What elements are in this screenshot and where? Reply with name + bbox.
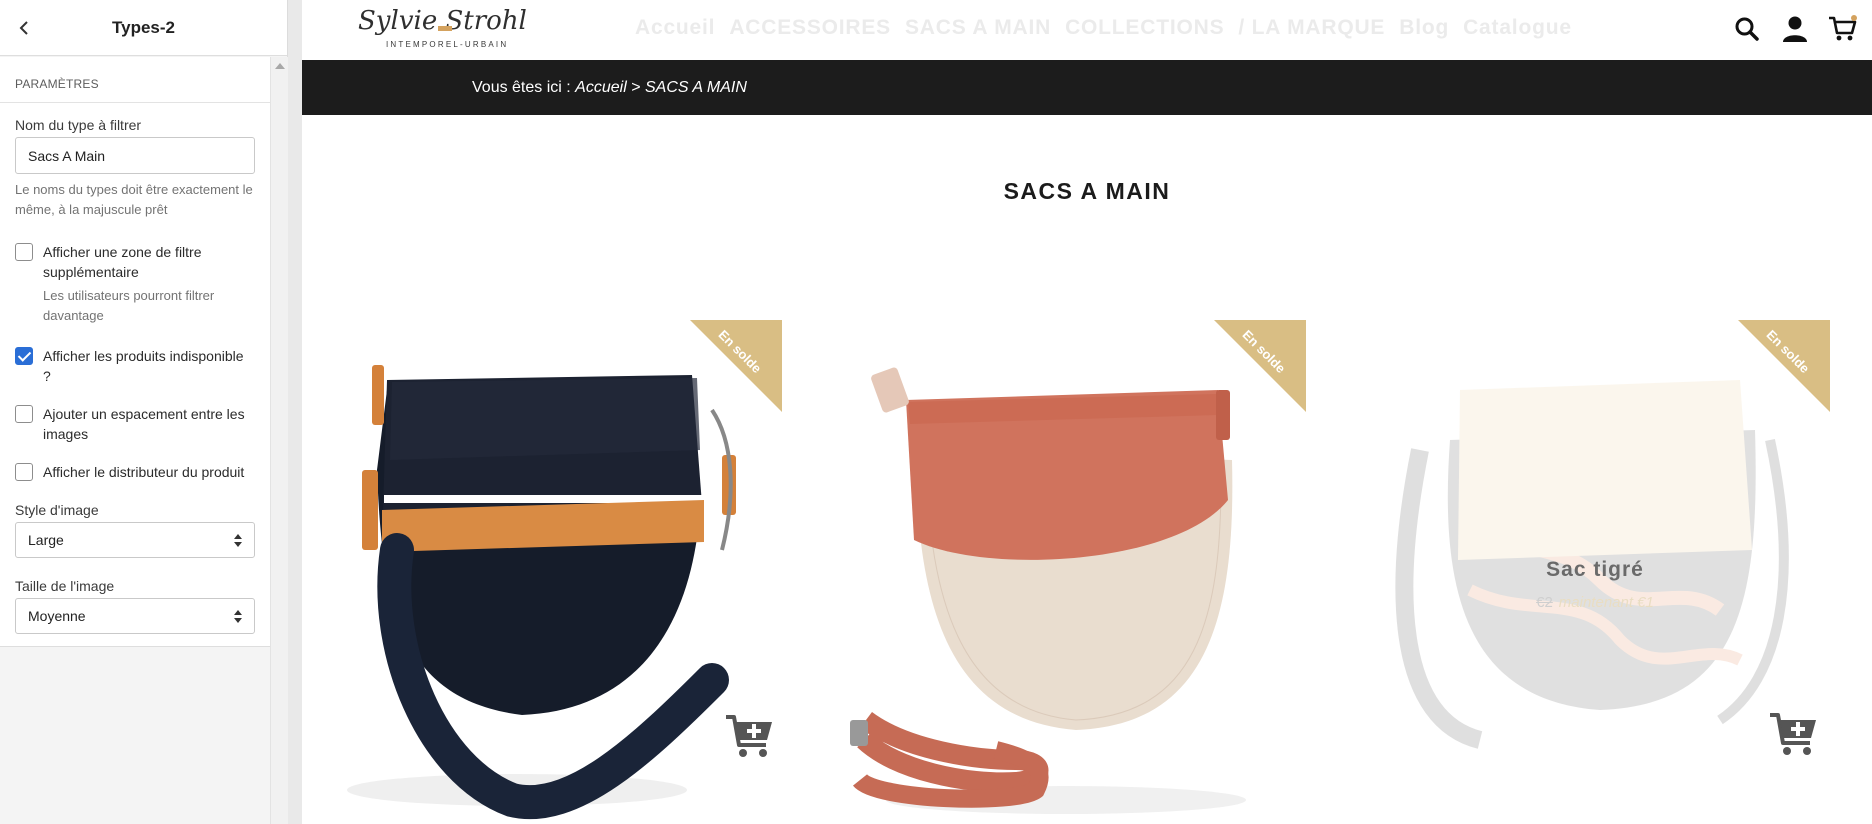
product-card[interactable]: En solde <box>836 320 1306 824</box>
image-spacing-label: Ajouter un espacement entre les images <box>43 406 245 442</box>
back-button[interactable] <box>10 14 38 42</box>
image-style-label: Style d'image <box>15 502 99 518</box>
search-icon[interactable] <box>1732 14 1762 44</box>
select-arrows-icon <box>234 532 242 548</box>
breadcrumb: Vous êtes ici : Accueil > SACS A MAIN <box>472 79 747 97</box>
old-price: €2 <box>1536 594 1553 611</box>
logo-script: Sylvie Strohl <box>358 6 527 36</box>
menu-item-collections[interactable]: COLLECTIONS <box>1065 16 1224 40</box>
breadcrumb-separator: > <box>626 79 645 96</box>
header-icons <box>1732 14 1858 44</box>
collection-title: SACS A MAIN <box>1003 178 1171 204</box>
image-spacing-checkbox[interactable] <box>15 405 33 423</box>
scrollbar[interactable] <box>270 57 288 824</box>
breadcrumb-bar: Vous êtes ici : Accueil > SACS A MAIN <box>302 60 1872 115</box>
sale-ribbon: En solde <box>690 320 782 412</box>
show-unavailable-checkbox[interactable] <box>15 347 33 365</box>
section-title: Types-2 <box>112 18 175 37</box>
image-style-select[interactable]: Large <box>15 522 255 558</box>
cart-icon[interactable] <box>1828 14 1858 44</box>
image-size-value: Moyenne <box>28 608 86 624</box>
product-card[interactable]: En solde <box>312 320 782 824</box>
show-vendor-label: Afficher le distributeur du produit <box>43 464 245 480</box>
menu-item-blog[interactable]: Blog <box>1399 16 1449 40</box>
add-to-cart-icon <box>726 715 772 757</box>
add-to-cart-button[interactable] <box>720 710 780 762</box>
menu-item-accessoires[interactable]: ACCESSOIRES <box>729 16 891 40</box>
store-header: Sylvie Strohl INTEMPOREL-URBAIN Accueil … <box>302 0 1872 60</box>
menu-item-la-marque[interactable]: / LA MARQUE <box>1238 16 1385 40</box>
settings-section-header: PARAMÈTRES <box>0 57 270 103</box>
chevron-left-icon <box>19 21 28 35</box>
breadcrumb-home-link[interactable]: Accueil <box>575 79 627 96</box>
logo-accent <box>438 26 452 31</box>
sale-ribbon: En solde <box>1214 320 1306 412</box>
show-vendor-checkbox[interactable] <box>15 463 33 481</box>
store-preview: Sylvie Strohl INTEMPOREL-URBAIN Accueil … <box>302 0 1872 824</box>
product-hover-info: Sac tigré €2 maintenant €1 <box>1360 558 1830 611</box>
menu-item-catalogue[interactable]: Catalogue <box>1463 16 1572 40</box>
add-to-cart-icon <box>1770 713 1816 755</box>
select-arrows-icon <box>234 608 242 624</box>
image-size-select[interactable]: Moyenne <box>15 598 255 634</box>
image-style-value: Large <box>28 532 64 548</box>
add-to-cart-button[interactable] <box>1764 708 1824 760</box>
logo-tagline: INTEMPOREL-URBAIN <box>386 40 509 49</box>
filter-name-label: Nom du type à filtrer <box>15 117 142 133</box>
extra-filter-help: Les utilisateurs pourront filtrer davant… <box>43 288 215 323</box>
scroll-up-icon[interactable] <box>275 63 285 69</box>
settings-panel: PARAMÈTRES Nom du type à filtrer Le noms… <box>0 57 270 647</box>
editor-header: Types-2 <box>0 0 287 56</box>
extra-filter-label: Afficher une zone de filtre supplémentai… <box>43 244 202 280</box>
extra-filter-checkbox[interactable] <box>15 243 33 261</box>
menu-item-accueil[interactable]: Accueil <box>635 16 715 40</box>
account-icon[interactable] <box>1780 14 1810 44</box>
breadcrumb-prefix: Vous êtes ici : <box>472 79 576 96</box>
filter-name-input[interactable] <box>15 137 255 174</box>
image-size-label: Taille de l'image <box>15 578 115 594</box>
sale-price: maintenant €1 <box>1558 594 1654 611</box>
menu-item-sacs-a-main[interactable]: SACS A MAIN <box>905 16 1051 40</box>
sale-ribbon: En solde <box>1738 320 1830 412</box>
theme-editor-sidebar: Types-2 PARAMÈTRES Nom du type à filtrer… <box>0 0 288 824</box>
main-menu: Accueil ACCESSOIRES SACS A MAIN COLLECTI… <box>635 16 1572 40</box>
breadcrumb-current: SACS A MAIN <box>644 79 747 96</box>
store-logo[interactable]: Sylvie Strohl INTEMPOREL-URBAIN <box>356 6 527 54</box>
product-name[interactable]: Sac tigré <box>1360 558 1830 582</box>
filter-name-help: Le noms du types doit être exactement le… <box>15 182 253 217</box>
product-price: €2 maintenant €1 <box>1360 594 1830 611</box>
product-card[interactable]: Sac tigré €2 maintenant €1 En solde <box>1360 320 1830 824</box>
show-unavailable-label: Afficher les produits indisponible ? <box>43 348 244 384</box>
